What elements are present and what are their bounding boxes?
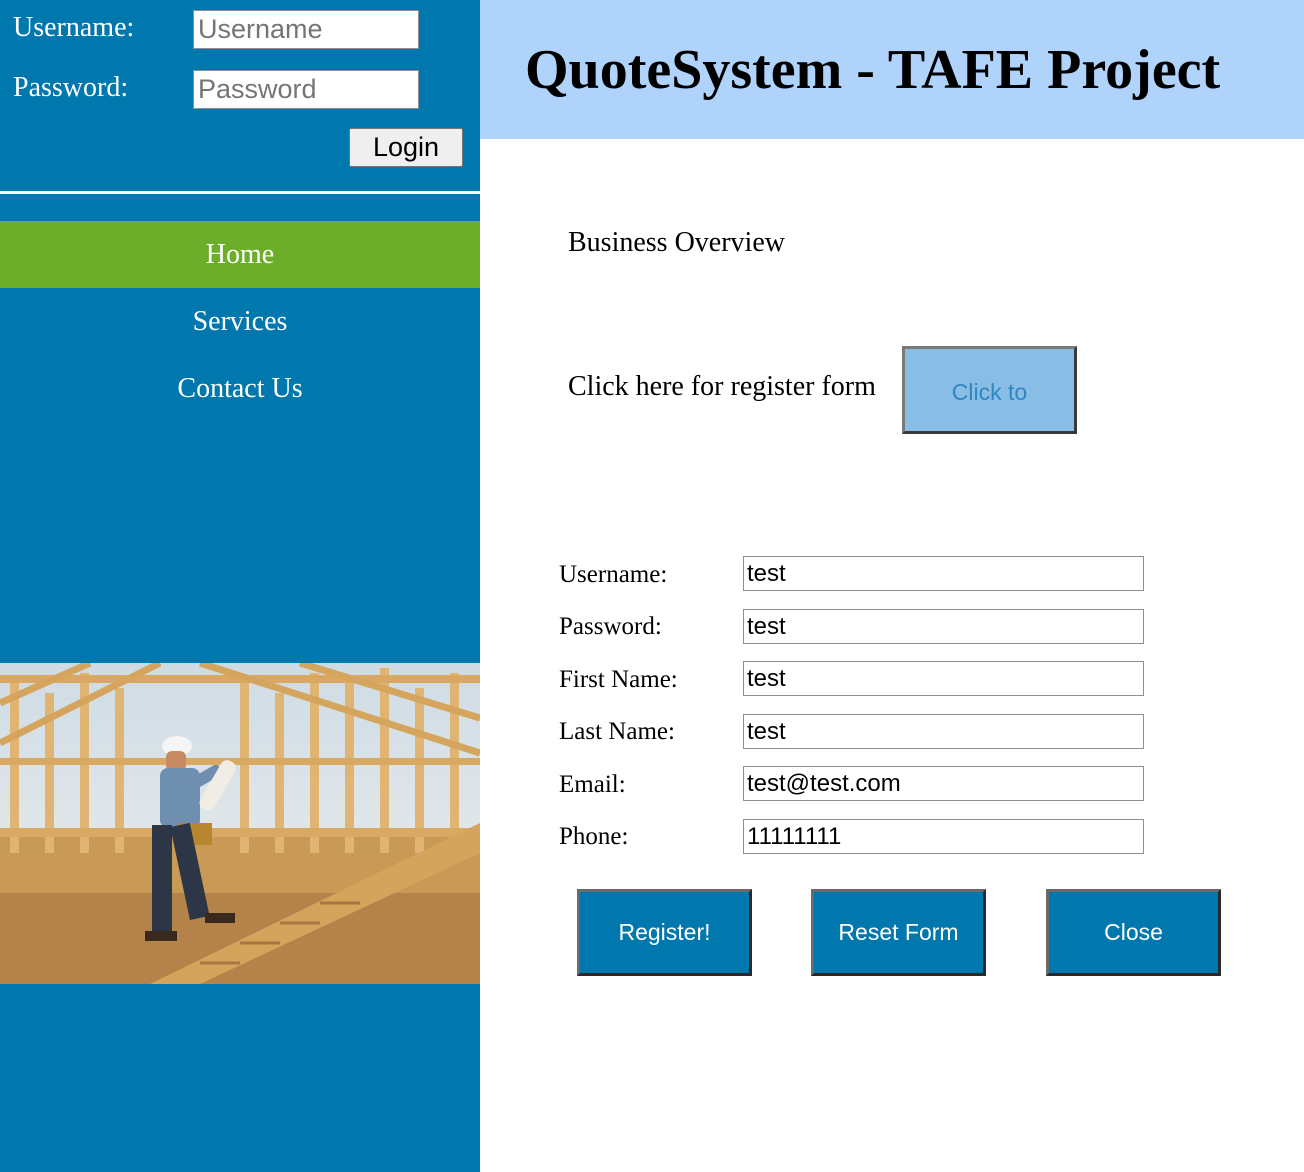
- form-phone-label: Phone:: [559, 823, 629, 850]
- login-password-input[interactable]: [193, 70, 419, 109]
- nav-item-services[interactable]: Services: [0, 288, 480, 355]
- sidebar-divider: [0, 191, 480, 194]
- business-overview-text: Business Overview: [568, 227, 785, 258]
- construction-worker-image: [0, 663, 480, 984]
- form-phone-input[interactable]: [743, 819, 1144, 854]
- nav-item-contact-us[interactable]: Contact Us: [0, 355, 480, 422]
- form-last-name-label: Last Name:: [559, 718, 675, 745]
- register-button[interactable]: Register!: [577, 889, 752, 976]
- login-username-label: Username:: [13, 12, 135, 43]
- form-email-label: Email:: [559, 771, 626, 798]
- open-register-form-button[interactable]: Click to: [902, 346, 1077, 434]
- login-button[interactable]: Login: [349, 128, 463, 167]
- main-content: Business Overview Click here for registe…: [480, 139, 1304, 1172]
- form-username-label: Username:: [559, 561, 668, 588]
- header: QuoteSystem - TAFE Project: [480, 0, 1304, 139]
- page-title: QuoteSystem - TAFE Project: [525, 39, 1221, 101]
- reset-form-button[interactable]: Reset Form: [811, 889, 986, 976]
- sidebar: Username: Password: Login Home Services …: [0, 0, 480, 1172]
- form-email-input[interactable]: [743, 766, 1144, 801]
- form-first-name-label: First Name:: [559, 666, 678, 693]
- form-username-input[interactable]: [743, 556, 1144, 591]
- register-prompt-text: Click here for register form: [568, 371, 876, 402]
- form-first-name-input[interactable]: [743, 661, 1144, 696]
- login-password-label: Password:: [13, 72, 129, 103]
- form-password-label: Password:: [559, 613, 662, 640]
- nav-item-home[interactable]: Home: [0, 221, 480, 288]
- close-button[interactable]: Close: [1046, 889, 1221, 976]
- login-username-input[interactable]: [193, 10, 419, 49]
- form-password-input[interactable]: [743, 609, 1144, 644]
- form-last-name-input[interactable]: [743, 714, 1144, 749]
